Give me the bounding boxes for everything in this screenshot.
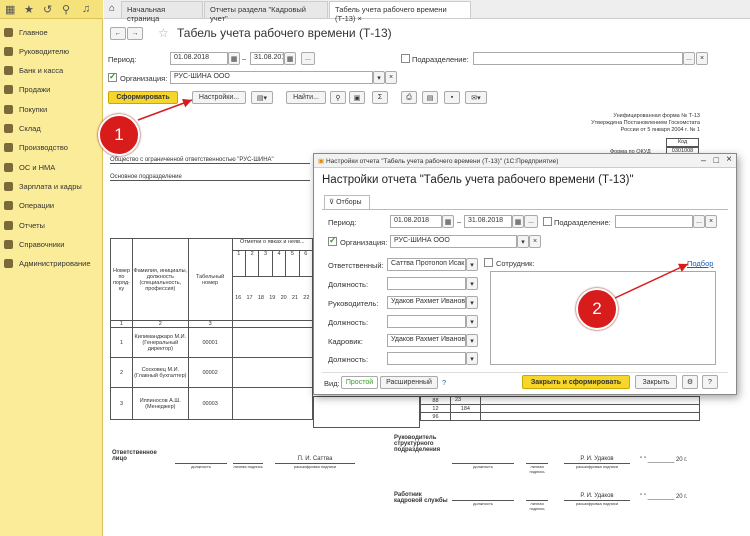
arrow-1 (137, 98, 193, 121)
annotation-marker-1: 1 (98, 114, 140, 156)
annotation-marker-2: 2 (576, 288, 618, 330)
arrow-2 (614, 263, 689, 299)
annotation-arrows (137, 98, 689, 299)
